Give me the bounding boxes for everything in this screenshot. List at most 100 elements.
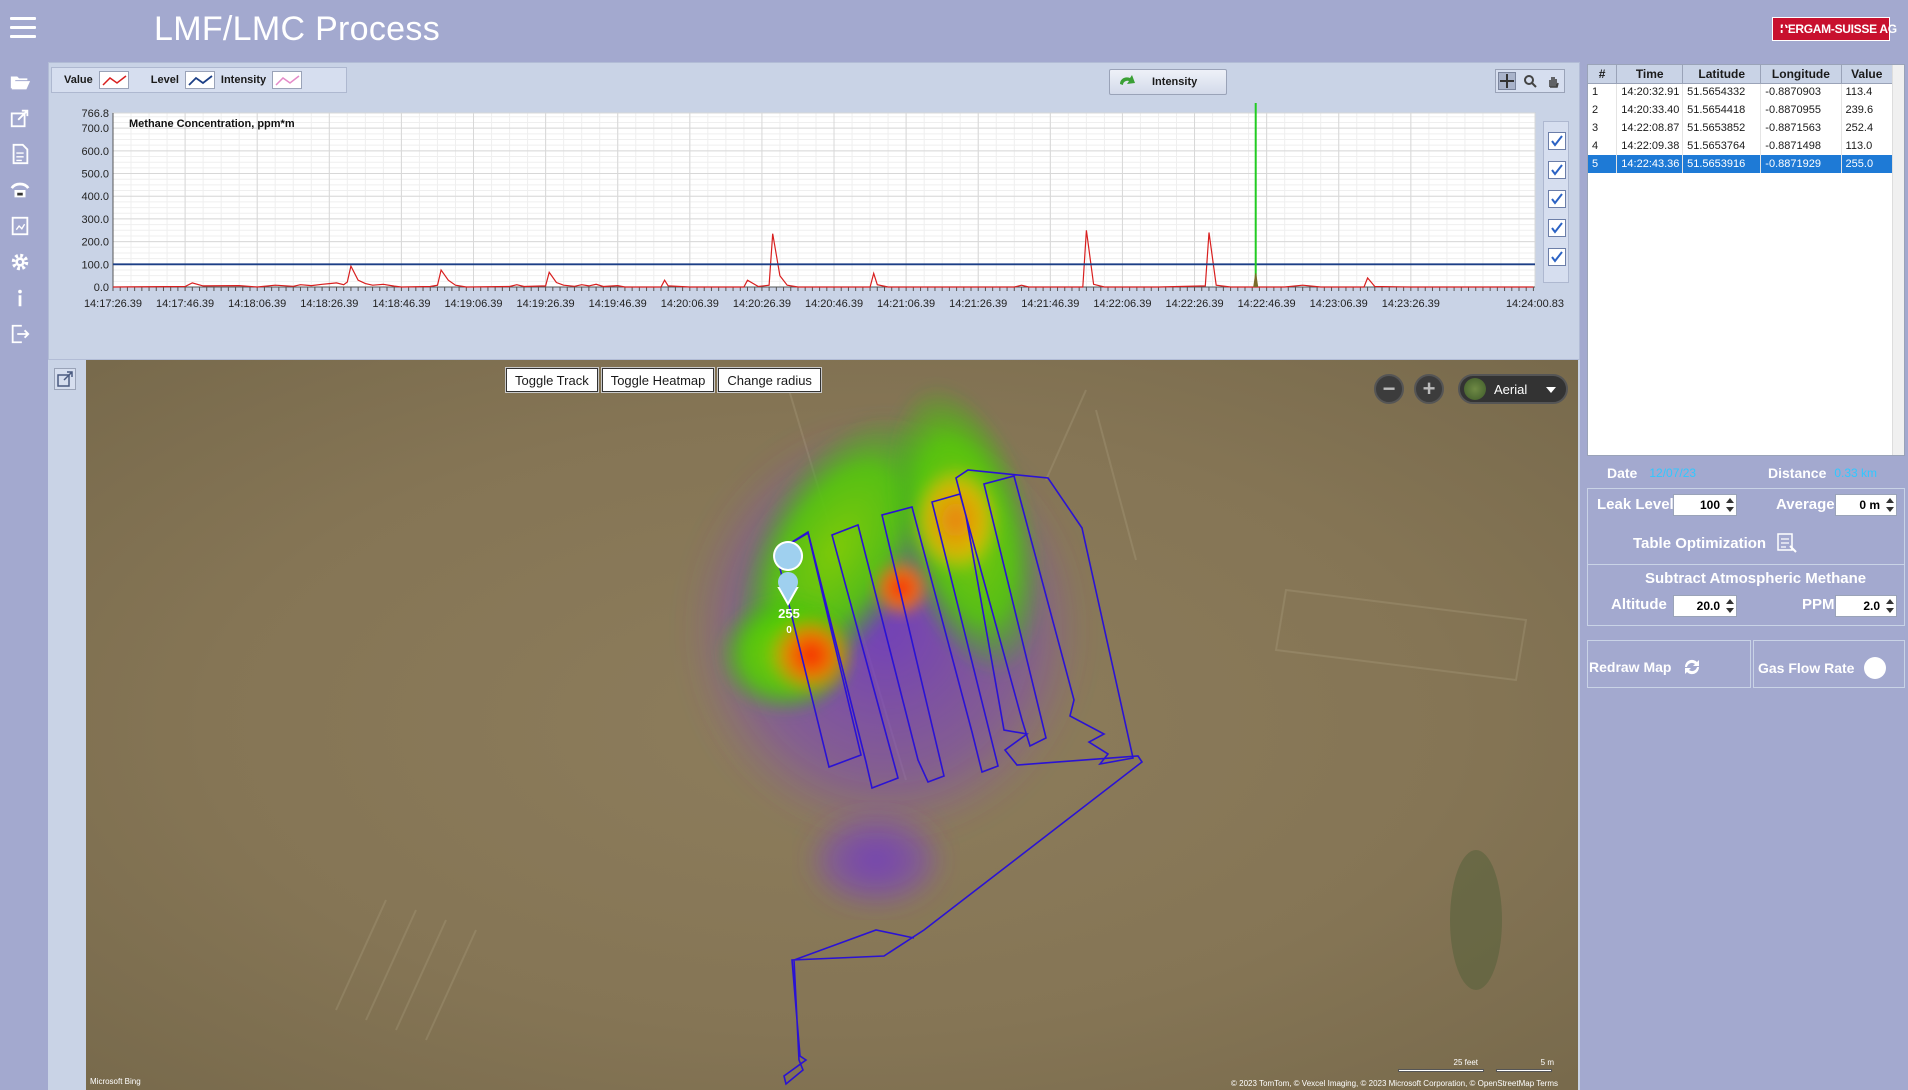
table-cell: 252.4	[1841, 119, 1894, 137]
logout-icon[interactable]	[8, 322, 32, 346]
scale-meter-bar	[1496, 1069, 1552, 1072]
redraw-map-label: Redraw Map	[1589, 659, 1672, 675]
col-header-index[interactable]: #	[1588, 65, 1618, 84]
date-row: Date 12/07/23	[1607, 465, 1696, 481]
legend-item-value[interactable]: Value	[64, 71, 129, 89]
series-checkbox-1[interactable]	[1548, 132, 1566, 150]
series-checkbox-4[interactable]	[1548, 219, 1566, 237]
app-header: LMF/LMC Process PERGAM-SUISSE AG	[0, 0, 1908, 62]
app-title: LMF/LMC Process	[154, 10, 440, 48]
stepper-arrows-icon[interactable]	[1886, 497, 1894, 513]
altitude-row: Altitude	[1611, 596, 1667, 613]
series-checkbox-5[interactable]	[1548, 248, 1566, 266]
table-cell: 2	[1588, 101, 1618, 119]
table-cell: 51.5653852	[1682, 119, 1762, 137]
scale-feet-bar	[1398, 1069, 1484, 1072]
col-header-value[interactable]: Value	[1841, 65, 1894, 84]
right-panel: # Time Latitude Longitude Value 1 14:20:3…	[1585, 62, 1908, 1090]
methane-chart[interactable]: 0.0 100.0 200.0 300.0 400.0 500.0 600.0 700.0 76…	[49, 103, 1579, 353]
gear-icon[interactable]	[8, 250, 32, 274]
col-header-latitude[interactable]: Latitude	[1682, 65, 1762, 84]
stepper-arrows-icon[interactable]	[1726, 497, 1734, 513]
export-icon[interactable]	[8, 106, 32, 130]
table-row[interactable]: 2 14:20:33.40 51.5654418 -0.8870955 239.6	[1588, 101, 1894, 119]
table-optimization-row[interactable]: Table Optimization	[1633, 532, 1800, 554]
tree-shadow	[1450, 850, 1502, 990]
logo-text: PERGAM-SUISSE AG	[1780, 22, 1897, 36]
x-tick-label: 14:18:46.39	[372, 298, 430, 310]
table-row[interactable]: 3 14:22:08.87 51.5653852 -0.8871563 252.4	[1588, 119, 1894, 137]
table-cell: 3	[1588, 119, 1618, 137]
x-tick-label: 14:18:06.39	[228, 298, 286, 310]
redraw-map-button[interactable]: Redraw Map	[1589, 656, 1703, 678]
x-tick-label: 14:22:06.39	[1093, 298, 1151, 310]
zoom-out-icon[interactable]: −	[1374, 374, 1404, 404]
hamburger-menu-icon[interactable]	[10, 17, 36, 41]
table-cell: 14:22:08.87	[1616, 119, 1684, 137]
laser-device-icon[interactable]	[8, 178, 32, 202]
altitude-label: Altitude	[1611, 596, 1667, 613]
x-tick-label: 14:21:06.39	[877, 298, 935, 310]
popout-icon[interactable]	[54, 368, 76, 390]
leak-level-stepper[interactable]: 100	[1673, 494, 1737, 516]
scale-meter-label: 5 m	[1540, 1058, 1554, 1067]
table-cell: -0.8871929	[1760, 155, 1842, 173]
ppm-stepper[interactable]: 2.0	[1835, 595, 1897, 617]
x-tick-label: 14:23:06.39	[1310, 298, 1368, 310]
table-row[interactable]: 4 14:22:09.38 51.5653764 -0.8871498 113.0	[1588, 137, 1894, 155]
info-icon[interactable]	[8, 286, 32, 310]
stepper-arrows-icon[interactable]	[1886, 598, 1894, 614]
zoom-in-icon[interactable]: +	[1414, 374, 1444, 404]
chart-title: Methane Concentration, ppm*m	[129, 118, 295, 130]
table-cell: -0.8871563	[1760, 119, 1842, 137]
x-tick-label: 14:18:26.39	[300, 298, 358, 310]
aerial-map[interactable]: Toggle Track Toggle Heatmap Change radiu…	[86, 360, 1578, 1090]
refresh-icon[interactable]	[1681, 656, 1703, 678]
table-scrollbar[interactable]	[1892, 65, 1904, 455]
table-cell: 14:20:33.40	[1616, 101, 1684, 119]
legend-item-level[interactable]: Level	[151, 71, 215, 89]
col-header-longitude[interactable]: Longitude	[1760, 65, 1842, 84]
legend-label: Intensity	[220, 74, 267, 86]
ppm-label: PPM	[1802, 596, 1835, 613]
toggle-track-button[interactable]: Toggle Track	[505, 367, 599, 393]
average-stepper[interactable]: 0 m	[1835, 494, 1897, 516]
intensity-line-swatch-icon	[272, 71, 303, 89]
distance-label: Distance	[1768, 465, 1827, 481]
intensity-button[interactable]: Intensity	[1109, 69, 1227, 95]
series-checkbox-3[interactable]	[1548, 190, 1566, 208]
crosshair-icon[interactable]	[1498, 72, 1517, 90]
col-header-time[interactable]: Time	[1616, 65, 1684, 84]
altitude-stepper[interactable]: 20.0	[1673, 595, 1737, 617]
table-row[interactable]: 1 14:20:32.91 51.5654332 -0.8870903 113.4	[1588, 83, 1894, 101]
chart-svg[interactable]: 0.0 100.0 200.0 300.0 400.0 500.0 600.0 700.0 76…	[49, 103, 1579, 353]
x-tick-label: 14:21:26.39	[949, 298, 1007, 310]
table-cell: 14:22:09.38	[1616, 137, 1684, 155]
folder-open-icon[interactable]	[8, 70, 32, 94]
table-optimization-icon[interactable]	[1776, 532, 1800, 554]
gas-flow-toggle[interactable]	[1864, 657, 1887, 679]
y-tick-label: 766.8	[81, 108, 109, 120]
x-tick-label: 14:22:46.39	[1238, 298, 1296, 310]
map-type-dropdown[interactable]: Aerial	[1458, 374, 1568, 404]
legend-label: Value	[64, 74, 93, 86]
table-cell: 51.5654418	[1682, 101, 1762, 119]
document-icon[interactable]	[8, 142, 32, 166]
report-icon[interactable]	[8, 214, 32, 238]
table-row[interactable]: 5 14:22:43.36 51.5653916 -0.8871929 255.0	[1588, 155, 1894, 173]
zoom-icon[interactable]	[1521, 72, 1539, 90]
map-frame: Toggle Track Toggle Heatmap Change radiu…	[48, 360, 1580, 1090]
map-canvas[interactable]	[86, 360, 1578, 1090]
points-table-grid: # Time Latitude Longitude Value 1 14:20:3…	[1588, 65, 1894, 173]
change-radius-button[interactable]: Change radius	[717, 367, 822, 393]
ppm-value: 2.0	[1863, 599, 1880, 613]
stepper-arrows-icon[interactable]	[1726, 598, 1734, 614]
bing-logo: Microsoft Bing	[90, 1077, 141, 1086]
x-tick-label: 14:24:00.83	[1506, 298, 1564, 310]
series-checkbox-2[interactable]	[1548, 161, 1566, 179]
pan-hand-icon[interactable]	[1544, 72, 1562, 90]
legend-item-intensity[interactable]: Intensity	[220, 71, 303, 89]
chevron-down-icon	[1546, 387, 1556, 393]
toggle-heatmap-button[interactable]: Toggle Heatmap	[600, 367, 716, 393]
table-cell: 113.4	[1841, 83, 1894, 101]
